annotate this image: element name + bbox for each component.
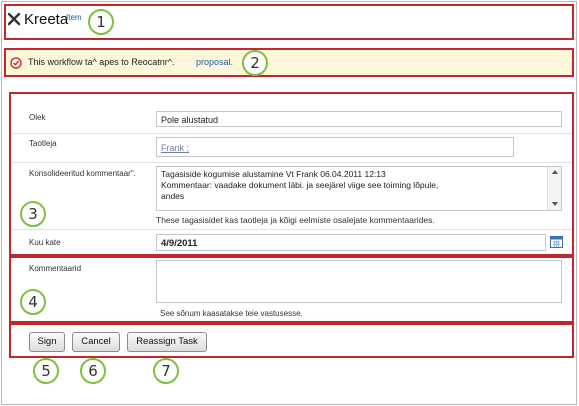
row-divider [12, 133, 572, 134]
callout-3: 3 [20, 201, 46, 227]
row-divider [12, 162, 572, 163]
callout-7: 7 [153, 358, 179, 384]
proposal-link[interactable]: proposal. [196, 57, 233, 67]
consolidated-note: These tagasisidet kas taotleja ja kõigi … [156, 215, 435, 225]
due-date-field[interactable]: 4/9/2011 [156, 234, 546, 251]
callout-4: 4 [20, 289, 46, 315]
reassign-task-button[interactable]: Reassign Task [127, 332, 207, 352]
due-date-label: Kuu kate [29, 238, 61, 247]
callout-1: 1 [88, 9, 114, 35]
requester-value[interactable]: Frank ; [161, 143, 189, 153]
workflow-status-icon [10, 56, 22, 69]
callout-2: 2 [242, 50, 268, 76]
callout-6: 6 [80, 358, 106, 384]
consolidated-line-2: Kommentaar: vaadake dokument läbi. ja se… [161, 180, 439, 190]
comment-scrollbar[interactable] [547, 167, 561, 210]
consolidated-comment-label: Konsolideeritud kommentaar". [29, 169, 136, 178]
status-field: Pole alustatud [156, 111, 562, 127]
banner-text: This workflow ta^ apes to Reocatnr^. [28, 57, 175, 67]
calendar-icon[interactable] [550, 235, 563, 248]
item-link[interactable]: Item [66, 13, 82, 22]
requester-label: Taotleja [29, 139, 57, 148]
consolidated-comment-box[interactable]: Tagasiside kogumise alustamine Vt Frank … [156, 166, 562, 211]
cancel-button[interactable]: Cancel [72, 332, 120, 352]
callout-5: 5 [33, 358, 59, 384]
comments-input[interactable] [156, 260, 562, 303]
consolidated-line-3: andes [161, 191, 185, 201]
sign-button[interactable]: Sign [29, 332, 65, 352]
requester-field[interactable]: Frank ; [156, 137, 514, 157]
comments-note: See sõnum kaasatakse teie vastusesse. [160, 309, 303, 318]
comments-label: Kommentaarid [29, 264, 82, 273]
row-divider [12, 229, 572, 230]
close-icon[interactable] [7, 12, 21, 26]
scroll-up-arrow-icon[interactable] [552, 170, 558, 174]
page-title: Kreeta [24, 11, 69, 28]
consolidated-line-1: Tagasiside kogumise alustamine Vt Frank … [161, 169, 386, 179]
status-label: Olek [29, 113, 46, 122]
scroll-down-arrow-icon[interactable] [552, 202, 558, 206]
